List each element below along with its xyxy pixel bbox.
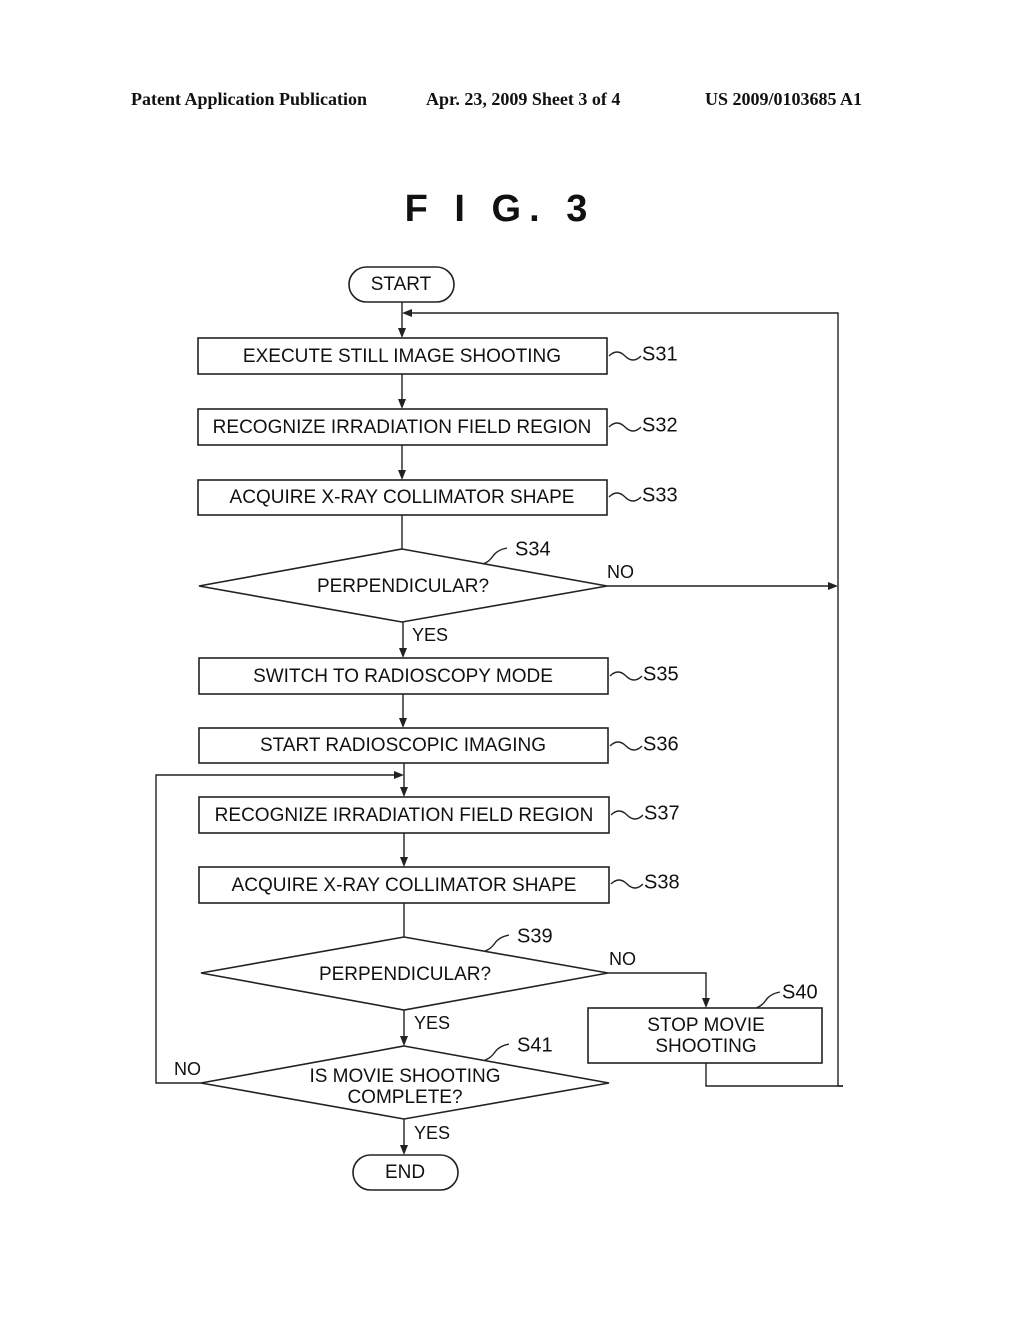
connector-s40-loop — [705, 1063, 843, 1087]
step-s40-id: S40 — [782, 981, 818, 1003]
decision-s34-no-label: NO — [607, 562, 634, 582]
arrowhead-s37 — [400, 787, 408, 797]
decision-s41-leader — [484, 1043, 510, 1061]
decision-s34-leader — [482, 547, 508, 565]
decision-s41: IS MOVIE SHOOTING COMPLETE? S41 NO YES — [174, 1034, 610, 1143]
step-s31-leader — [608, 351, 642, 361]
step-s33-leader — [608, 492, 642, 502]
arrowhead-s36 — [399, 718, 407, 728]
arrowhead-end — [400, 1145, 408, 1155]
step-s33-id: S33 — [642, 484, 678, 506]
connector-s39-s40 — [608, 972, 707, 1000]
decision-s41-id: S41 — [517, 1034, 553, 1056]
step-s37-id: S37 — [644, 802, 680, 824]
step-s40-leader — [755, 991, 781, 1009]
arrowhead-s35 — [399, 648, 407, 658]
step-s35-leader — [609, 671, 643, 681]
arrowhead-s32 — [398, 399, 406, 409]
step-s32-text: RECOGNIZE IRRADIATION FIELD REGION — [213, 417, 592, 438]
decision-s39-id: S39 — [517, 925, 553, 947]
end-terminal: END — [352, 1154, 459, 1191]
step-s36-text: START RADIOSCOPIC IMAGING — [260, 735, 546, 756]
step-s40-text-line1: STOP MOVIE — [647, 1015, 765, 1036]
decision-s39-text: PERPENDICULAR? — [319, 964, 491, 985]
decision-s41-text-line2: COMPLETE? — [347, 1087, 462, 1108]
step-s37-text: RECOGNIZE IRRADIATION FIELD REGION — [215, 805, 594, 826]
step-s31-id: S31 — [642, 343, 678, 365]
step-s31: EXECUTE STILL IMAGE SHOOTING S31 — [197, 337, 678, 375]
arrowhead-s31 — [398, 328, 406, 338]
step-s36: START RADIOSCOPIC IMAGING S36 — [198, 727, 679, 764]
decision-s39-no-label: NO — [609, 949, 636, 969]
arrowhead-loop-s37 — [394, 771, 404, 779]
decision-s34-yes-label: YES — [412, 625, 448, 645]
step-s32: RECOGNIZE IRRADIATION FIELD REGION S32 — [197, 408, 678, 446]
arrowhead-s38 — [400, 857, 408, 867]
step-s38-text: ACQUIRE X-RAY COLLIMATOR SHAPE — [232, 875, 577, 896]
arrowhead-s33 — [398, 470, 406, 480]
arrowhead-s40 — [702, 998, 710, 1008]
arrowhead-s41 — [400, 1036, 408, 1046]
decision-s34: PERPENDICULAR? S34 NO YES — [198, 538, 634, 645]
arrowhead-s34-no — [828, 582, 838, 590]
decision-s34-id: S34 — [515, 538, 551, 560]
step-s33-text: ACQUIRE X-RAY COLLIMATOR SHAPE — [230, 487, 575, 508]
step-s35: SWITCH TO RADIOSCOPY MODE S35 — [198, 657, 679, 695]
start-label: START — [371, 274, 432, 295]
decision-s39-yes-label: YES — [414, 1013, 450, 1033]
decision-s39-leader — [484, 934, 510, 952]
decision-s39: PERPENDICULAR? S39 NO YES — [200, 925, 636, 1033]
step-s38: ACQUIRE X-RAY COLLIMATOR SHAPE S38 — [198, 866, 680, 904]
step-s38-leader — [610, 879, 644, 889]
end-label: END — [385, 1162, 425, 1183]
arrowhead-loop-top — [402, 309, 412, 317]
step-s40: STOP MOVIE SHOOTING S40 — [587, 981, 823, 1064]
step-s35-id: S35 — [643, 663, 679, 685]
step-s37: RECOGNIZE IRRADIATION FIELD REGION S37 — [198, 796, 680, 834]
step-s32-leader — [608, 422, 642, 432]
step-s36-leader — [609, 741, 643, 751]
step-s36-id: S36 — [643, 733, 679, 755]
decision-s41-yes-label: YES — [414, 1123, 450, 1143]
decision-s41-text-line1: IS MOVIE SHOOTING — [309, 1066, 500, 1087]
step-s31-text: EXECUTE STILL IMAGE SHOOTING — [243, 346, 561, 367]
step-s35-text: SWITCH TO RADIOSCOPY MODE — [253, 666, 553, 687]
decision-s41-no-label: NO — [174, 1059, 201, 1079]
decision-s34-text: PERPENDICULAR? — [317, 576, 489, 597]
flowchart: START EXECUTE STILL IMAGE SHOOTING S31 R… — [155, 266, 843, 1191]
step-s33: ACQUIRE X-RAY COLLIMATOR SHAPE S33 — [197, 479, 678, 516]
step-s32-id: S32 — [642, 414, 678, 436]
step-s37-leader — [610, 810, 644, 820]
step-s38-id: S38 — [644, 871, 680, 893]
step-s40-text-line2: SHOOTING — [655, 1036, 756, 1057]
start-terminal: START — [348, 266, 455, 303]
